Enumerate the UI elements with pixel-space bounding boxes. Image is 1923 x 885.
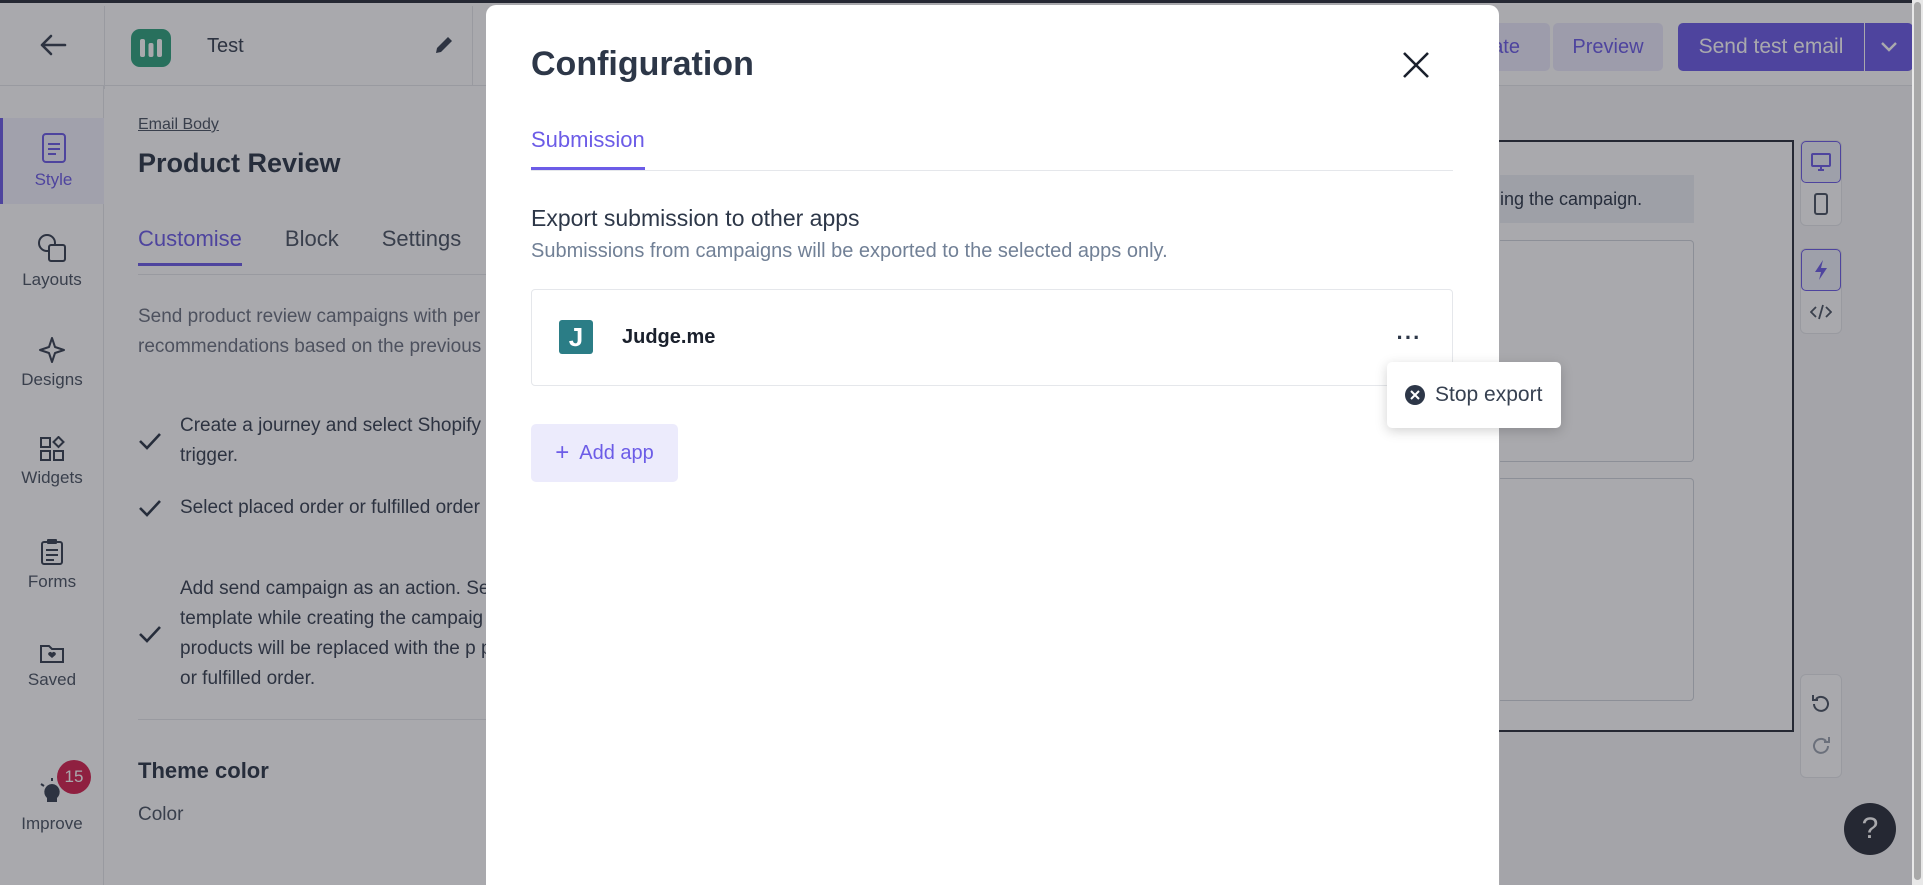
export-subheading: Submissions from campaigns will be expor… [531,240,1168,262]
app-more-menu-button[interactable]: ··· [1389,318,1429,358]
app-card-judgeme: J Judge.me ··· [531,289,1453,386]
app-action-dropdown: Stop export [1387,362,1561,428]
judgeme-logo: J [559,320,593,354]
more-icon: ··· [1396,325,1422,350]
app-name: Judge.me [622,326,716,348]
tab-submission[interactable]: Submission [531,127,645,170]
close-icon [1403,52,1429,78]
tab-divider [531,170,1453,171]
modal-title: Configuration [531,45,754,83]
scrollbar-thumb[interactable] [1914,2,1921,880]
plus-icon: + [555,439,570,466]
configuration-modal: Configuration Submission Export submissi… [486,5,1499,885]
close-button[interactable] [1396,45,1436,85]
close-circle-icon [1405,385,1425,405]
export-heading: Export submission to other apps [531,205,860,231]
stop-export-option[interactable]: Stop export [1435,383,1542,407]
add-app-button[interactable]: + Add app [531,424,678,482]
